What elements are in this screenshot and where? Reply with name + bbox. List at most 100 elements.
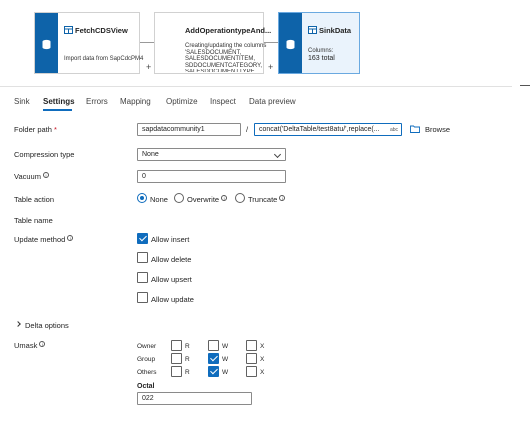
umask-others-x-checkbox[interactable]	[246, 366, 257, 377]
compression-type-value: None	[142, 151, 159, 158]
table-action-truncate-label: Truncate i	[248, 195, 286, 204]
folder-icon[interactable]	[410, 125, 420, 133]
node-description: Creating/updating the columns 'SALESDOCU…	[185, 43, 266, 72]
umask-others-label: Others	[137, 369, 157, 376]
umask-w-label: W	[222, 369, 229, 376]
info-icon[interactable]: i	[39, 341, 46, 347]
table-name-label: Table name	[14, 216, 53, 225]
allow-update-checkbox[interactable]	[137, 292, 148, 303]
umask-w-label: W	[222, 343, 229, 350]
info-icon[interactable]: i	[279, 195, 286, 201]
node-title: FetchCDSView	[75, 26, 128, 35]
umask-group-label: Group	[137, 356, 156, 363]
umask-r-label: R	[185, 369, 190, 376]
allow-delete-label: Allow delete	[151, 255, 192, 264]
umask-x-label: X	[260, 356, 265, 363]
node-description: Columns:	[308, 48, 334, 54]
tab-mapping[interactable]: Mapping	[120, 97, 151, 106]
node-description: Import data from SapCdcPM4	[64, 56, 144, 62]
desc-line: SALESDOCUMENTTYPE	[185, 69, 255, 72]
directory-expression-text: concat('DeltaTable/test8atu/',replace(..…	[259, 126, 380, 133]
allow-insert-label: Allow insert	[151, 235, 190, 244]
umask-group-r-checkbox[interactable]	[171, 353, 182, 364]
compression-type-label: Compression type	[14, 150, 75, 159]
info-icon[interactable]: i	[221, 195, 228, 201]
node-column-count: 163 total	[308, 55, 335, 62]
update-method-label: Update method i	[14, 235, 74, 244]
node-title: SinkData	[319, 26, 352, 35]
active-tab-indicator	[43, 109, 72, 111]
tab-optimize[interactable]: Optimize	[166, 97, 198, 106]
allow-insert-checkbox[interactable]	[137, 233, 148, 244]
table-action-overwrite-radio[interactable]	[174, 193, 184, 203]
umask-r-label: R	[185, 356, 190, 363]
directory-expression-input[interactable]: concat('DeltaTable/test8atu/',replace(..…	[254, 123, 402, 136]
table-icon	[308, 26, 317, 34]
path-separator: /	[246, 125, 249, 134]
node-type-bar	[279, 13, 302, 73]
source-icon	[42, 39, 51, 50]
table-action-none-radio[interactable]	[137, 193, 147, 203]
option-text: Overwrite	[187, 195, 220, 204]
chevron-down-icon	[273, 150, 282, 159]
label-text: Vacuum	[14, 172, 41, 181]
tab-settings[interactable]: Settings	[43, 97, 75, 106]
delta-options-toggle[interactable]: Delta options	[25, 321, 69, 330]
umask-label: Umask i	[14, 341, 46, 350]
label-text: Folder path	[14, 125, 52, 134]
browse-button[interactable]: Browse	[425, 125, 450, 134]
umask-owner-w-checkbox[interactable]	[208, 340, 219, 351]
node-add-operation-type[interactable]: AddOperationtypeAnd... Creating/updating…	[154, 12, 271, 74]
octal-input[interactable]: 022	[137, 392, 252, 405]
allow-upsert-checkbox[interactable]	[137, 272, 148, 283]
info-icon[interactable]: i	[42, 172, 49, 178]
tab-sink[interactable]: Sink	[14, 97, 30, 106]
container-input[interactable]: sapdatacommunity1	[137, 123, 241, 136]
option-text: Truncate	[248, 195, 278, 204]
allow-delete-checkbox[interactable]	[137, 252, 148, 263]
expression-builder-icon[interactable]: abc	[390, 127, 398, 133]
compression-type-select[interactable]: None	[137, 148, 286, 161]
umask-x-label: X	[260, 369, 265, 376]
folder-path-label: Folder path *	[14, 125, 57, 134]
table-action-overwrite-label: Overwrite i	[187, 195, 228, 204]
table-action-none-label: None	[150, 195, 168, 204]
allow-upsert-label: Allow upsert	[151, 275, 192, 284]
umask-w-label: W	[222, 356, 229, 363]
required-mark: *	[54, 125, 57, 134]
desc-line: Creating/updating the columns	[185, 43, 267, 49]
tab-inspect[interactable]: Inspect	[210, 97, 236, 106]
sink-icon	[286, 39, 295, 50]
table-icon	[64, 26, 73, 34]
add-transform-button[interactable]: +	[268, 62, 273, 72]
tab-errors[interactable]: Errors	[86, 97, 108, 106]
umask-r-label: R	[185, 343, 190, 350]
collapse-panel-handle[interactable]	[520, 85, 530, 86]
node-type-bar	[35, 13, 58, 73]
umask-others-w-checkbox[interactable]	[208, 366, 219, 377]
umask-owner-x-checkbox[interactable]	[246, 340, 257, 351]
info-icon[interactable]: i	[67, 235, 74, 241]
add-transform-button[interactable]: +	[146, 62, 151, 72]
umask-others-r-checkbox[interactable]	[171, 366, 182, 377]
canvas-divider	[0, 86, 512, 87]
tab-data-preview[interactable]: Data preview	[249, 97, 296, 106]
node-fetch-cds-view[interactable]: FetchCDSView Import data from SapCdcPM4	[34, 12, 144, 74]
node-title: AddOperationtypeAnd...	[185, 26, 272, 35]
allow-update-label: Allow update	[151, 295, 194, 304]
table-action-label: Table action	[14, 195, 55, 204]
umask-owner-r-checkbox[interactable]	[171, 340, 182, 351]
vacuum-label: Vacuum i	[14, 172, 49, 181]
vacuum-input[interactable]: 0	[137, 170, 286, 183]
pipeline-canvas: FetchCDSView Import data from SapCdcPM4 …	[0, 0, 532, 90]
desc-line: SALESDOCUMENTITEM,	[185, 56, 256, 62]
table-action-truncate-radio[interactable]	[235, 193, 245, 203]
umask-group-x-checkbox[interactable]	[246, 353, 257, 364]
umask-x-label: X	[260, 343, 265, 350]
umask-owner-label: Owner	[137, 343, 157, 350]
chevron-right-icon[interactable]	[15, 321, 21, 327]
umask-group-w-checkbox[interactable]	[208, 353, 219, 364]
octal-label: Octal	[137, 383, 155, 390]
label-text: Umask	[14, 341, 38, 350]
node-sink-data[interactable]: SinkData Columns: 163 total	[278, 12, 360, 74]
